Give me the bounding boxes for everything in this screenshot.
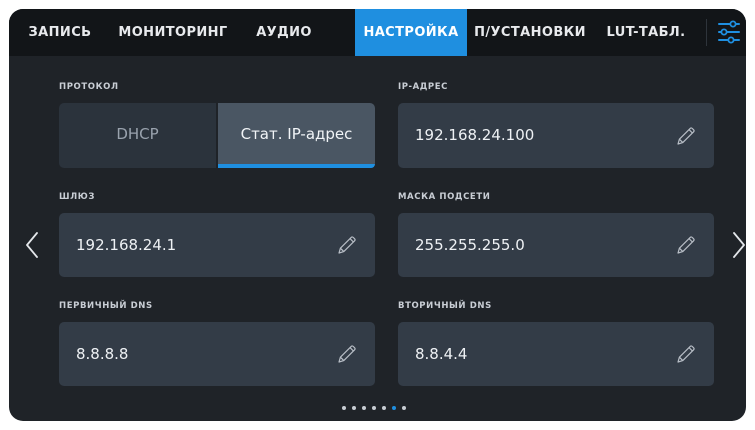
pencil-icon <box>338 236 356 254</box>
pencil-icon <box>338 345 356 363</box>
tab-bar: ЗАПИСЬ МОНИТОРИНГ АУДИО НАСТРОЙКА П/УСТА… <box>9 9 746 56</box>
tab-record[interactable]: ЗАПИСЬ <box>19 9 101 56</box>
ip-address-label: IP-АДРЕС <box>398 82 448 92</box>
page-dot[interactable] <box>362 406 366 410</box>
subnet-mask-field[interactable]: 255.255.255.0 <box>398 213 714 277</box>
tab-presets[interactable]: П/УСТАНОВКИ <box>471 9 589 56</box>
ip-address-value: 192.168.24.100 <box>415 126 535 144</box>
page-dot[interactable] <box>382 406 386 410</box>
page-dot[interactable] <box>392 406 396 410</box>
primary-dns-label: ПЕРВИЧНЫЙ DNS <box>59 301 153 311</box>
menu-button[interactable] <box>712 15 746 49</box>
page-dot[interactable] <box>352 406 356 410</box>
chevron-left-icon[interactable] <box>23 230 41 260</box>
static-ip-option[interactable]: Стат. IP-адрес <box>218 103 375 168</box>
tab-lut[interactable]: LUT-ТАБЛ. <box>597 9 695 56</box>
protocol-label: ПРОТОКОЛ <box>59 82 119 92</box>
gateway-field[interactable]: 192.168.24.1 <box>59 213 375 277</box>
setup-screen: ЗАПИСЬ МОНИТОРИНГ АУДИО НАСТРОЙКА П/УСТА… <box>9 9 746 421</box>
tab-monitor[interactable]: МОНИТОРИНГ <box>115 9 231 56</box>
pencil-icon <box>677 236 695 254</box>
protocol-segmented-control: DHCP Стат. IP-адрес <box>59 103 375 168</box>
secondary-dns-label: ВТОРИЧНЫЙ DNS <box>398 301 492 311</box>
selected-indicator <box>218 164 375 168</box>
primary-dns-field[interactable]: 8.8.8.8 <box>59 322 375 386</box>
primary-dns-value: 8.8.8.8 <box>76 345 129 363</box>
page-dot[interactable] <box>372 406 376 410</box>
gateway-value: 192.168.24.1 <box>76 236 177 254</box>
secondary-dns-value: 8.8.4.4 <box>415 345 468 363</box>
dhcp-option[interactable]: DHCP <box>59 103 216 168</box>
gateway-label: ШЛЮЗ <box>59 192 95 202</box>
tab-divider <box>706 19 707 46</box>
sliders-icon <box>718 20 740 44</box>
tab-audio[interactable]: АУДИО <box>245 9 323 56</box>
page-dot[interactable] <box>342 406 346 410</box>
subnet-mask-label: МАСКА ПОДСЕТИ <box>398 192 491 202</box>
ip-address-field[interactable]: 192.168.24.100 <box>398 103 714 168</box>
secondary-dns-field[interactable]: 8.8.4.4 <box>398 322 714 386</box>
subnet-mask-value: 255.255.255.0 <box>415 236 525 254</box>
pencil-icon <box>677 345 695 363</box>
tab-setup[interactable]: НАСТРОЙКА <box>355 9 467 56</box>
page-dot[interactable] <box>402 406 406 410</box>
pencil-icon <box>677 126 695 145</box>
chevron-right-icon[interactable] <box>730 230 746 260</box>
